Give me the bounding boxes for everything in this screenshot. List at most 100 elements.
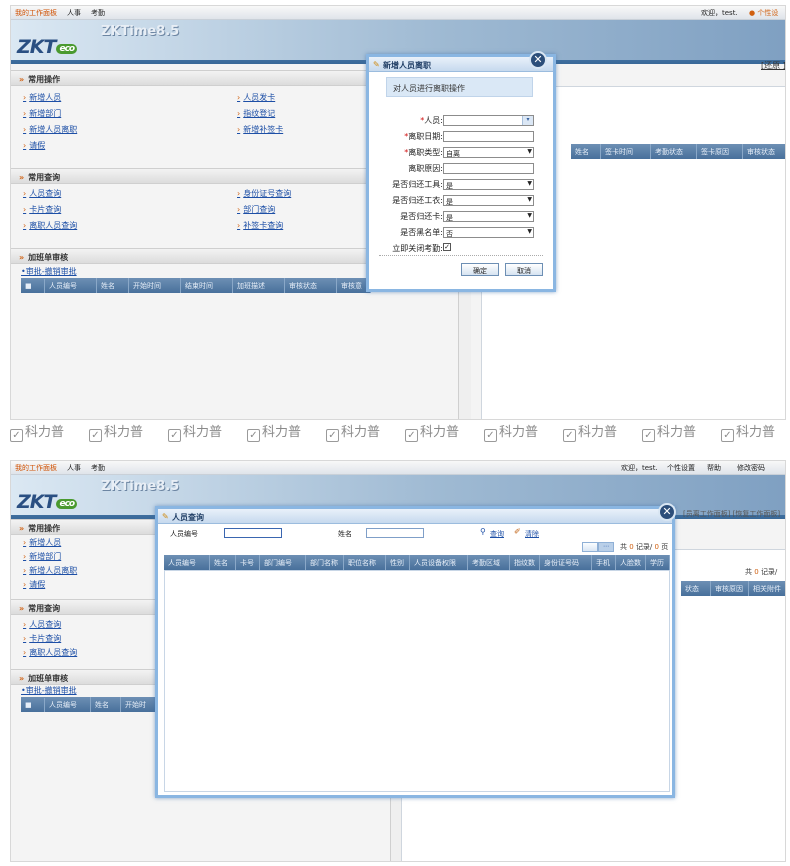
link-add-employee[interactable]: › 新增人员 xyxy=(23,92,61,103)
divider xyxy=(379,255,543,256)
watermark-logo-icon: ✓ xyxy=(89,429,102,442)
emp-no-input[interactable] xyxy=(224,528,282,538)
resign-date-input[interactable] xyxy=(443,131,534,142)
restore-link[interactable]: [还原 ] xyxy=(761,60,785,71)
watermark-logo-icon: ✓ xyxy=(642,429,655,442)
grid-select-all[interactable]: ■ xyxy=(21,698,45,712)
watermark-logo-icon: ✓ xyxy=(563,429,576,442)
link-leave[interactable]: › 请假 xyxy=(23,140,45,151)
overtime-grid-header: ■ 人员编号 姓名 开始时间 结束时间 加班描述 审核状态 审核意 xyxy=(21,278,371,293)
approve-tab[interactable]: •审批-撤销审批 xyxy=(21,685,77,696)
watermark-logo-icon: ✓ xyxy=(484,429,497,442)
watermark: ✓ 科力普 xyxy=(89,421,143,442)
top-menu-bar: 我的工作面板 人事 考勤 欢迎，test. ● 个性设 xyxy=(11,6,785,20)
right-pager: 共 0 记录/ xyxy=(745,568,778,576)
link-add-employee[interactable]: › 新增人员 xyxy=(23,537,61,548)
resign-reason-input[interactable] xyxy=(443,163,534,174)
link-query-idcard[interactable]: › 身份证号查询 xyxy=(237,188,291,199)
watermark: ✓ 科力普 xyxy=(10,421,64,442)
resign-type-select[interactable]: 自离 ▼ xyxy=(443,147,534,158)
link-add-resign[interactable]: › 新增人员离职 xyxy=(23,565,77,576)
link-add-card-signin[interactable]: › 新增补签卡 xyxy=(237,124,283,135)
broom-icon[interactable]: ✐ xyxy=(514,527,521,536)
bullet-icon: › xyxy=(23,580,27,589)
clear-link[interactable]: 清除 xyxy=(525,529,539,539)
link-add-dept[interactable]: › 新增部门 xyxy=(23,551,61,562)
personal-setting-link[interactable]: ● 个性设 xyxy=(749,8,778,18)
watermark-logo-icon: ✓ xyxy=(10,429,23,442)
link-leave[interactable]: › 请假 xyxy=(23,579,45,590)
menu-attendance[interactable]: 考勤 xyxy=(91,463,105,473)
watermark-logo-icon: ✓ xyxy=(247,429,260,442)
watermark: ✓ 科力普 xyxy=(247,421,301,442)
resign-hint: 对人员进行离职操作 xyxy=(386,77,533,97)
resign-dialog-title: ✎ 新增人员离职 xyxy=(369,57,553,72)
link-fingerprint[interactable]: › 指纹登记 xyxy=(237,108,275,119)
employee-grid-header: 人员编号 姓名 卡号 部门编号 部门名称 职位名称 性别 人员设备权限 考勤区域 指纹数 身份证号码… xyxy=(164,555,670,570)
search-icon[interactable]: ⚲ xyxy=(480,527,486,536)
screenshot-employee-query: 我的工作面板 人事 考勤 欢迎，test. 个性设置 帮助 修改密码 ZKTim… xyxy=(10,460,786,862)
view-toggle-grid-icon[interactable]: ⋯ xyxy=(598,542,614,552)
ok-button[interactable]: 确定 xyxy=(461,263,499,276)
watermark-logo-icon: ✓ xyxy=(326,429,339,442)
link-query-card[interactable]: › 卡片查询 xyxy=(23,204,61,215)
menu-work-panel[interactable]: 我的工作面板 xyxy=(15,463,57,473)
watermark: ✓ 科力普 xyxy=(326,421,380,442)
bullet-icon: › xyxy=(23,552,27,561)
dialog-title-icon: ✎ xyxy=(373,60,380,69)
panel-links[interactable]: [员离工作面板] [恢复工作面板] xyxy=(683,509,780,519)
name-input[interactable] xyxy=(366,528,424,538)
bullet-icon: › xyxy=(237,93,241,102)
blacklist-select[interactable]: 否 ▼ xyxy=(443,227,534,238)
return-card-select[interactable]: 是 ▼ xyxy=(443,211,534,222)
close-attendance-checkbox[interactable]: ✓ xyxy=(443,243,451,251)
employee-query-dialog: ✎ 人员查询 ✕ 人员编号 姓名 ⚲ 查询 ✐ 清除 ⋯ 共 0 记录/ 0 页 … xyxy=(155,503,676,798)
watermark-logo-icon: ✓ xyxy=(721,429,734,442)
return-tools-select[interactable]: 是 ▼ xyxy=(443,179,534,190)
close-icon[interactable]: ✕ xyxy=(529,51,547,69)
menu-attendance[interactable]: 考勤 xyxy=(91,8,105,18)
approve-tab[interactable]: •审批-撤销审批 xyxy=(21,266,77,277)
link-issue-card[interactable]: › 人员发卡 xyxy=(237,92,275,103)
bullet-icon: › xyxy=(23,620,27,629)
resign-dialog: ✎ 新增人员离职 ✕ 对人员进行离职操作 *人员: ▾ *离职日期: *离职类型:… xyxy=(366,51,556,292)
close-icon[interactable]: ✕ xyxy=(658,503,676,521)
link-query-resigned[interactable]: › 离职人员查询 xyxy=(23,220,77,231)
card-signin-grid-header: 姓名 签卡时间 考勤状态 签卡原因 审核状态 xyxy=(571,144,785,159)
bullet-icon: › xyxy=(23,566,27,575)
section-arrow-icon: » xyxy=(19,524,25,533)
cancel-button[interactable]: 取消 xyxy=(505,263,543,276)
menu-hr[interactable]: 人事 xyxy=(67,8,81,18)
zkteco-logo: ZKT eco xyxy=(17,36,78,58)
chevron-down-icon: ▼ xyxy=(527,180,532,187)
bullet-icon: › xyxy=(23,189,27,198)
return-uniform-select[interactable]: 是 ▼ xyxy=(443,195,534,206)
menu-work-panel[interactable]: 我的工作面板 xyxy=(15,8,57,18)
link-query-resigned[interactable]: › 离职人员查询 xyxy=(23,647,77,658)
bullet-icon: › xyxy=(23,125,27,134)
link-add-resign[interactable]: › 新增人员离职 xyxy=(23,124,77,135)
link-query-dept[interactable]: › 部门查询 xyxy=(237,204,275,215)
help-link[interactable]: 帮助 xyxy=(707,463,721,473)
change-password-link[interactable]: 修改密码 xyxy=(737,463,765,473)
bullet-icon: › xyxy=(237,125,241,134)
bullet-icon: › xyxy=(23,93,27,102)
bullet-icon: › xyxy=(237,221,241,230)
section-arrow-icon: » xyxy=(19,674,25,683)
bullet-icon: › xyxy=(23,634,27,643)
grid-select-all[interactable]: ■ xyxy=(21,279,45,293)
bullet-icon: › xyxy=(237,205,241,214)
link-query-employee[interactable]: › 人员查询 xyxy=(23,188,61,199)
view-toggle-list[interactable] xyxy=(582,542,598,552)
link-query-card[interactable]: › 卡片查询 xyxy=(23,633,61,644)
link-query-card-signin[interactable]: › 补签卡查询 xyxy=(237,220,283,231)
personal-setting-link[interactable]: 个性设置 xyxy=(667,463,695,473)
menu-hr[interactable]: 人事 xyxy=(67,463,81,473)
top-menu-bar: 我的工作面板 人事 考勤 欢迎，test. 个性设置 帮助 修改密码 xyxy=(11,461,785,475)
link-query-employee[interactable]: › 人员查询 xyxy=(23,619,61,630)
employee-select[interactable]: ▾ xyxy=(443,115,534,126)
welcome-text: 欢迎，test. xyxy=(621,464,658,472)
watermark-strip: ✓ 科力普 ✓ 科力普 ✓ 科力普 ✓ 科力普 ✓ 科力普 ✓ 科力普 ✓ 科力普 ✓ 科力普 … xyxy=(0,419,790,442)
link-add-dept[interactable]: › 新增部门 xyxy=(23,108,61,119)
search-link[interactable]: 查询 xyxy=(490,529,504,539)
